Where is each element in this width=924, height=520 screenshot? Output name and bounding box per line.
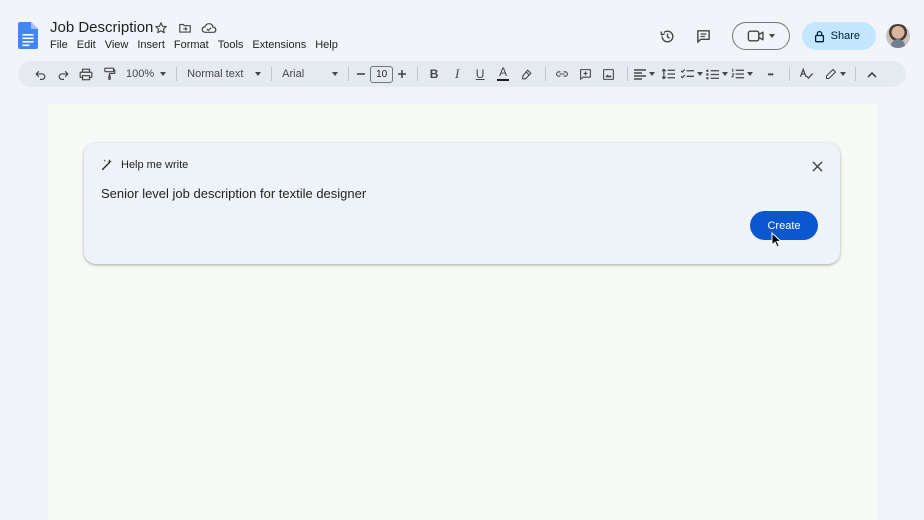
print-icon[interactable]	[76, 64, 96, 84]
redo-icon[interactable]	[53, 64, 73, 84]
numbered-list-select[interactable]	[731, 64, 754, 84]
share-label: Share	[830, 30, 860, 42]
font-family-select[interactable]: Arial	[278, 64, 342, 84]
bulleted-list-select[interactable]	[706, 64, 729, 84]
mouse-pointer-icon	[771, 232, 783, 248]
menu-view[interactable]: View	[105, 38, 135, 52]
magic-pen-icon	[101, 159, 112, 171]
close-icon[interactable]	[808, 157, 826, 175]
link-icon[interactable]	[552, 64, 572, 84]
toolbar-divider	[176, 67, 178, 81]
zoom-value: 100%	[126, 68, 155, 80]
style-caret-icon	[255, 72, 262, 76]
more-options-button[interactable]: •••	[760, 64, 780, 84]
video-camera-icon	[747, 30, 764, 42]
line-spacing-icon[interactable]	[658, 64, 678, 84]
zoom-caret-icon	[160, 72, 167, 76]
undo-icon[interactable]	[30, 64, 50, 84]
align-select[interactable]	[634, 64, 656, 84]
bold-button[interactable]: B	[424, 64, 444, 84]
document-title[interactable]: Job Description	[50, 19, 153, 36]
account-avatar[interactable]	[886, 24, 910, 48]
menu-format[interactable]: Format	[174, 38, 215, 52]
text-color-swatch	[497, 79, 510, 81]
hide-menus-chevron-up-icon[interactable]	[862, 64, 882, 84]
history-icon	[660, 29, 674, 42]
checklist-icon	[681, 68, 695, 79]
checklist-select[interactable]	[681, 64, 704, 84]
share-button[interactable]: Share	[801, 22, 876, 50]
underline-button[interactable]: U	[470, 64, 490, 84]
toolbar-divider	[348, 67, 350, 81]
pencil-icon	[826, 68, 837, 80]
bulleted-caret-icon	[722, 72, 729, 76]
editing-caret-icon	[840, 72, 847, 76]
font-caret-icon	[332, 72, 339, 76]
help-me-write-title: Help me write	[121, 158, 189, 171]
font-size-input[interactable]: 10	[370, 65, 394, 83]
move-to-folder-icon[interactable]	[176, 19, 194, 37]
insert-image-icon[interactable]	[598, 64, 618, 84]
menu-tools[interactable]: Tools	[218, 38, 250, 52]
decrease-font-size-icon[interactable]	[355, 64, 367, 84]
comment-icon	[697, 29, 711, 43]
menu-bar: File Edit View Insert Format Tools Exten…	[50, 38, 347, 52]
paint-format-icon[interactable]	[99, 64, 119, 84]
align-left-icon	[634, 68, 647, 80]
lock-icon	[814, 30, 824, 42]
menu-extensions[interactable]: Extensions	[252, 38, 312, 52]
italic-button[interactable]: I	[447, 64, 467, 84]
meet-button[interactable]	[731, 22, 790, 50]
formatting-toolbar: 100% Normal text Arial 10 B I U A •••	[18, 61, 906, 87]
version-history-button[interactable]	[654, 22, 682, 50]
bulleted-list-icon	[706, 69, 720, 79]
menu-file[interactable]: File	[50, 38, 74, 52]
help-me-write-panel: Help me write Senior level job descripti…	[84, 143, 840, 264]
text-color-glyph: A	[499, 65, 508, 79]
menu-edit[interactable]: Edit	[77, 38, 102, 52]
add-comment-icon[interactable]	[575, 64, 595, 84]
meet-dropdown-icon	[768, 34, 775, 38]
paragraph-style-select[interactable]: Normal text	[183, 64, 265, 84]
google-docs-logo-icon[interactable]	[18, 22, 38, 49]
highlight-pen-icon[interactable]	[516, 64, 536, 84]
star-icon[interactable]	[152, 19, 170, 37]
prompt-input[interactable]: Senior level job description for textile…	[101, 186, 366, 201]
font-family-value: Arial	[282, 68, 305, 80]
toolbar-divider	[417, 67, 419, 81]
text-color-button[interactable]: A	[493, 64, 513, 84]
paragraph-style-value: Normal text	[187, 68, 244, 80]
spellcheck-icon[interactable]	[796, 64, 816, 84]
toolbar-divider	[545, 67, 547, 81]
zoom-select[interactable]: 100%	[122, 64, 170, 84]
numbered-list-icon	[731, 68, 745, 79]
toolbar-divider	[789, 67, 791, 81]
toolbar-divider	[627, 67, 629, 81]
increase-font-size-icon[interactable]	[396, 64, 408, 84]
toolbar-divider	[855, 67, 857, 81]
menu-insert[interactable]: Insert	[137, 38, 171, 52]
comments-button[interactable]	[690, 22, 718, 50]
numbered-caret-icon	[747, 72, 754, 76]
toolbar-divider	[271, 67, 273, 81]
create-button[interactable]: Create	[750, 211, 818, 240]
menu-help[interactable]: Help	[315, 38, 344, 52]
cloud-saved-icon[interactable]	[200, 19, 218, 37]
checklist-caret-icon	[697, 72, 704, 76]
editing-mode-select[interactable]	[825, 64, 847, 84]
align-caret-icon	[649, 72, 656, 76]
